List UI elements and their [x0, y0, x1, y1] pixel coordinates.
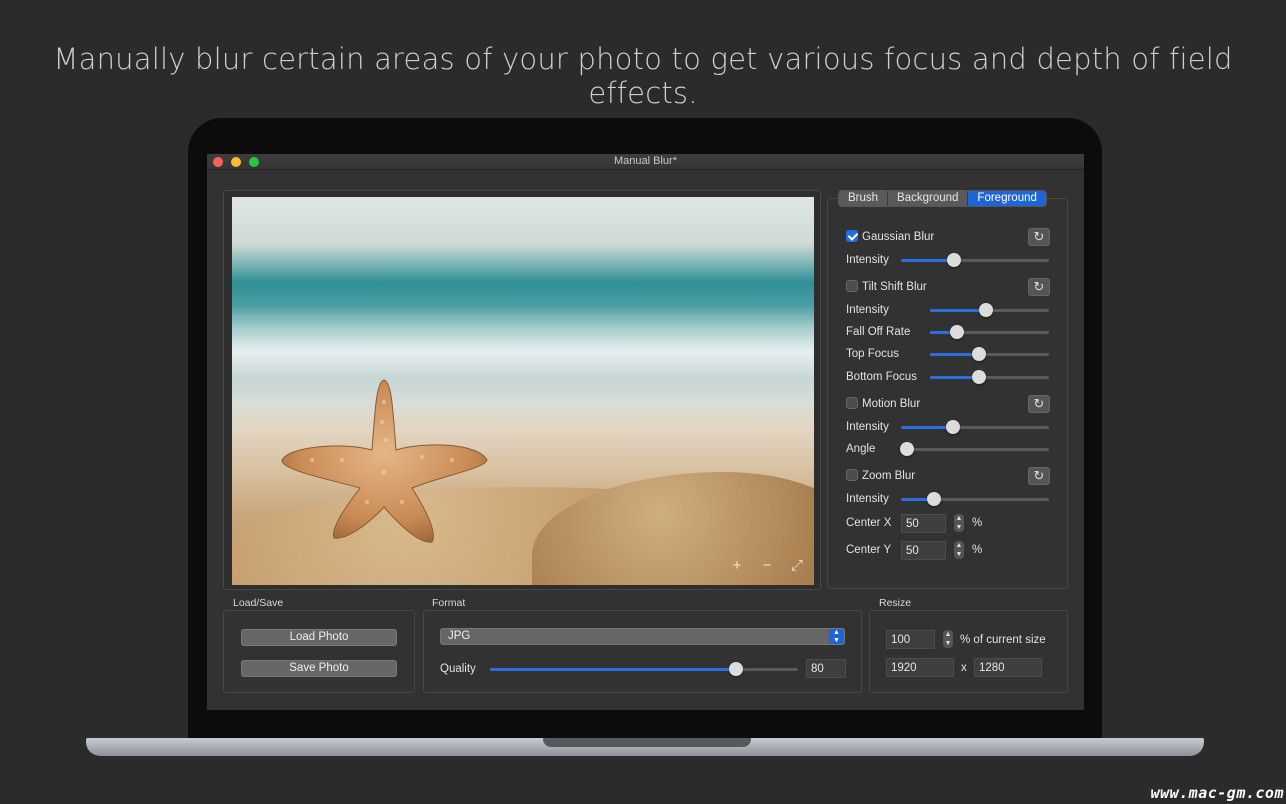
tilt-shift-row: Tilt Shift Blur [846, 279, 927, 295]
bottom-focus-label: Bottom Focus [846, 371, 917, 383]
falloff-label: Fall Off Rate [846, 326, 911, 338]
slider-knob[interactable] [945, 420, 960, 434]
slider-knob[interactable] [950, 325, 965, 339]
center-y-field[interactable] [901, 541, 946, 560]
motion-intensity-slider[interactable] [901, 420, 1049, 434]
center-x-label: Center X [846, 517, 892, 529]
resize-section-label: Resize [879, 597, 912, 609]
mode-tabs: Brush Background Foreground [838, 190, 1047, 207]
reset-icon: ↻ [1033, 279, 1045, 294]
tab-background[interactable]: Background [888, 191, 969, 206]
reset-icon: ↻ [1033, 229, 1045, 244]
center-y-stepper[interactable]: ▲ ▼ [954, 541, 964, 559]
gaussian-blur-checkbox[interactable] [846, 230, 858, 242]
zoom-blur-checkbox[interactable] [846, 469, 858, 481]
gaussian-blur-label: Gaussian Blur [862, 231, 935, 243]
quality-label: Quality [440, 663, 476, 675]
slider-knob[interactable] [971, 347, 986, 361]
photo-canvas[interactable]: + − ⤢ [232, 197, 814, 585]
save-photo-button[interactable]: Save Photo [241, 660, 397, 677]
tilt-shift-label: Tilt Shift Blur [862, 281, 927, 293]
quality-field[interactable] [806, 659, 846, 678]
slider-fill [901, 259, 955, 262]
tilt-shift-reset-button[interactable]: ↻ [1028, 278, 1050, 296]
gaussian-reset-button[interactable]: ↻ [1028, 228, 1050, 246]
window-title: Manual Blur* [614, 155, 677, 167]
format-selected-value: JPG [448, 630, 471, 642]
zoom-blur-row: Zoom Blur [846, 468, 915, 484]
photo-panel: + − ⤢ [223, 190, 821, 590]
resize-times-label: x [961, 662, 967, 674]
zoom-intensity-label: Intensity [846, 493, 889, 505]
format-select[interactable]: JPG ▲ ▼ [440, 628, 845, 645]
slider-knob[interactable] [947, 253, 962, 267]
title-bar: Manual Blur* [207, 154, 1084, 170]
slider-knob[interactable] [978, 303, 993, 317]
headline: Manually blur certain areas of your phot… [53, 42, 1233, 110]
load-save-group: Load Photo Save Photo [223, 610, 415, 693]
motion-blur-checkbox[interactable] [846, 397, 858, 409]
resize-height-field[interactable] [974, 658, 1042, 677]
slider-fill [930, 309, 986, 312]
motion-blur-label: Motion Blur [862, 398, 921, 410]
center-x-stepper[interactable]: ▲ ▼ [954, 514, 964, 532]
gaussian-intensity-label: Intensity [846, 254, 889, 266]
motion-reset-button[interactable]: ↻ [1028, 395, 1050, 413]
resize-group: ▲▼ % of current size x [869, 610, 1068, 693]
tilt-intensity-label: Intensity [846, 304, 889, 316]
controls-panel: Gaussian Blur ↻ Intensity Tilt Shift Blu… [827, 198, 1068, 589]
top-focus-slider[interactable] [930, 347, 1049, 361]
slider-track [901, 448, 1049, 451]
format-section-label: Format [432, 597, 466, 609]
gaussian-blur-row: Gaussian Blur [846, 229, 934, 245]
fit-screen-icon[interactable]: ⤢ [788, 557, 806, 575]
quality-slider[interactable] [490, 662, 798, 676]
zoom-blur-label: Zoom Blur [862, 470, 916, 482]
zoom-reset-button[interactable]: ↻ [1028, 467, 1050, 485]
slider-knob[interactable] [729, 662, 744, 676]
laptop-notch [543, 738, 751, 747]
reset-icon: ↻ [1033, 468, 1045, 483]
slider-knob[interactable] [899, 442, 914, 456]
gaussian-intensity-slider[interactable] [901, 253, 1049, 267]
angle-label: Angle [846, 443, 876, 455]
watermark: www.mac-gm.com [1150, 784, 1284, 802]
format-group: JPG ▲ ▼ Quality [423, 610, 862, 693]
motion-blur-row: Motion Blur [846, 396, 920, 412]
load-save-section-label: Load/Save [233, 597, 284, 609]
falloff-slider[interactable] [930, 325, 1049, 339]
reset-icon: ↻ [1033, 396, 1045, 411]
slider-knob[interactable] [971, 370, 986, 384]
slider-fill [490, 668, 737, 671]
zoom-in-icon[interactable]: + [728, 557, 746, 575]
load-photo-button[interactable]: Load Photo [241, 629, 397, 646]
resize-width-field[interactable] [886, 658, 954, 677]
tab-foreground[interactable]: Foreground [968, 191, 1046, 206]
resize-percent-field[interactable] [886, 630, 935, 649]
app-window: Manual Blur* + − ⤢ Brush Background Fore… [207, 154, 1084, 710]
select-arrows-icon: ▲ ▼ [829, 629, 844, 644]
starfish-image [281, 379, 488, 543]
motion-intensity-label: Intensity [846, 421, 889, 433]
top-focus-label: Top Focus [846, 348, 900, 360]
resize-percent-stepper[interactable]: ▲ ▼ [943, 630, 953, 648]
angle-slider[interactable] [899, 442, 1049, 456]
bottom-focus-slider[interactable] [930, 370, 1049, 384]
center-y-unit: % [972, 544, 983, 556]
slider-knob[interactable] [926, 492, 941, 506]
tab-brush[interactable]: Brush [839, 191, 889, 206]
center-y-label: Center Y [846, 544, 892, 556]
zoom-intensity-slider[interactable] [901, 492, 1049, 506]
center-x-unit: % [972, 517, 983, 529]
center-x-field[interactable] [901, 514, 946, 533]
zoom-out-icon[interactable]: − [758, 557, 776, 575]
tilt-shift-checkbox[interactable] [846, 280, 858, 292]
tilt-intensity-slider[interactable] [930, 303, 1049, 317]
resize-percent-label: % of current size [960, 634, 1046, 646]
